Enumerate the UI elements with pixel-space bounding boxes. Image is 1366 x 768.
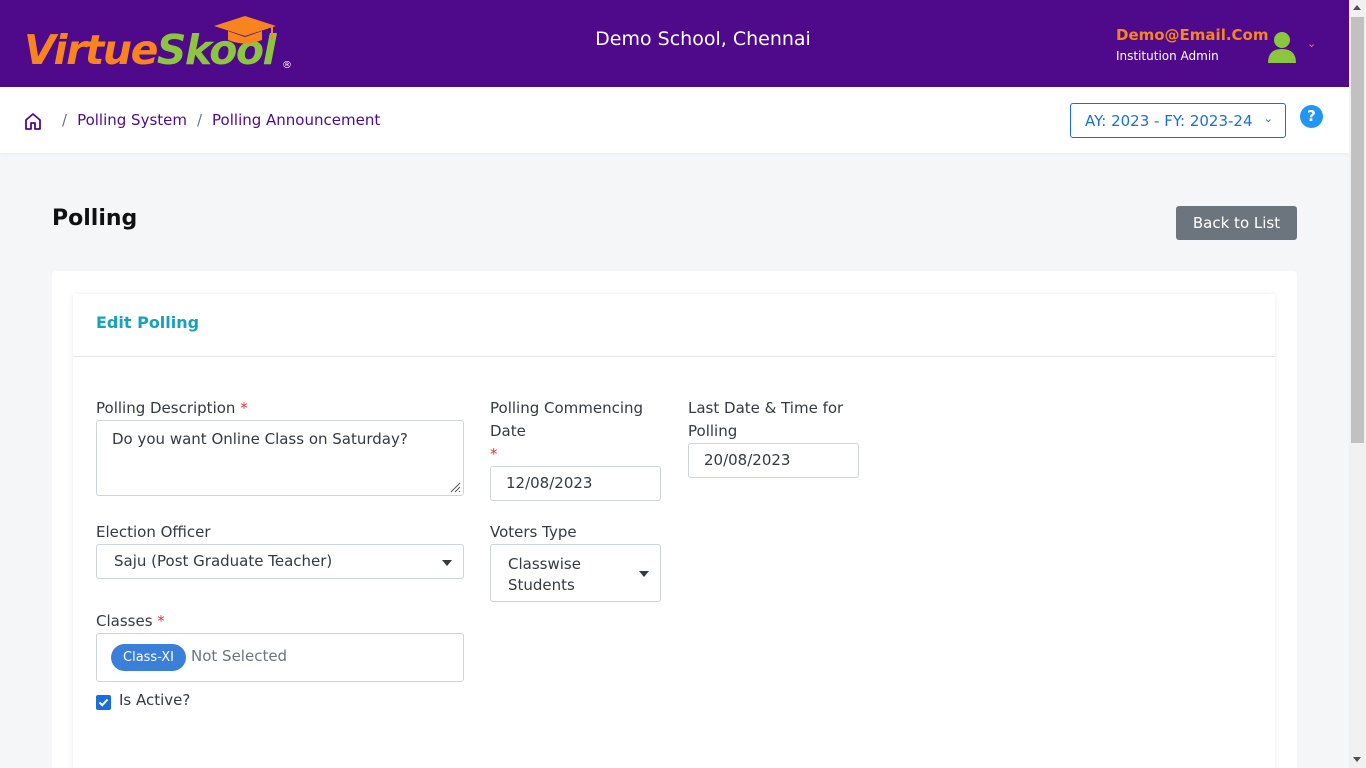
checkmark-icon <box>98 698 109 707</box>
breadcrumb-polling-announcement[interactable]: Polling Announcement <box>212 111 380 129</box>
commencing-date-label-line2: Date <box>490 422 526 440</box>
voters-type-value-line2: Students <box>508 576 575 594</box>
is-active-label[interactable]: Is Active? <box>119 691 190 709</box>
commencing-date-input[interactable]: 12/08/2023 <box>490 466 661 501</box>
polling-description-label: Polling Description * <box>96 397 248 420</box>
classes-placeholder: Not Selected <box>191 647 288 665</box>
election-officer-select[interactable]: Saju (Post Graduate Teacher) <box>96 544 464 579</box>
voters-type-select[interactable]: Classwise Students <box>490 544 661 602</box>
edit-polling-card: Edit Polling <box>73 294 1275 768</box>
scroll-up-arrow-icon[interactable] <box>1353 5 1361 10</box>
class-chip[interactable]: Class-XI <box>111 644 186 671</box>
election-officer-value: Saju (Post Graduate Teacher) <box>114 552 333 570</box>
voters-type-label: Voters Type <box>490 523 577 541</box>
classes-label-text: Classes <box>96 612 153 630</box>
card-header: Edit Polling <box>73 294 1275 357</box>
classes-label: Classes * <box>96 610 165 633</box>
voters-type-value-line1: Classwise <box>508 555 581 573</box>
vertical-scrollbar[interactable] <box>1349 0 1366 768</box>
scrollbar-thumb[interactable] <box>1351 17 1364 443</box>
help-icon[interactable]: ? <box>1300 105 1323 128</box>
last-date-label-line2: Polling <box>688 422 738 440</box>
card-title: Edit Polling <box>96 313 200 332</box>
election-officer-label: Election Officer <box>96 523 211 541</box>
user-role: Institution Admin <box>1116 49 1219 63</box>
polling-description-textarea[interactable]: Do you want Online Class on Saturday? <box>96 420 464 496</box>
user-email[interactable]: Demo@Email.Com <box>1116 26 1268 44</box>
chevron-down-icon[interactable]: ⌄ <box>1307 37 1316 50</box>
classes-multiselect[interactable]: Class-XI Not Selected <box>96 633 464 682</box>
academic-year-select[interactable]: AY: 2023 - FY: 2023-24 ⌄ <box>1070 103 1286 138</box>
caret-down-icon <box>639 571 649 577</box>
back-to-list-button[interactable]: Back to List <box>1176 206 1297 240</box>
last-date-label-line1: Last Date & Time for <box>688 399 844 417</box>
caret-down-icon <box>442 560 452 566</box>
is-active-checkbox[interactable] <box>96 695 111 710</box>
breadcrumb-separator: / <box>62 111 68 129</box>
commencing-date-label: Polling Commencing Date * <box>490 397 643 466</box>
polling-description-value: Do you want Online Class on Saturday? <box>112 430 408 448</box>
resize-grip-icon[interactable] <box>449 481 461 493</box>
top-header: VirtueSkool ® Demo School, Chennai Demo@… <box>0 0 1349 87</box>
breadcrumb-bar: / Polling System / Polling Announcement … <box>0 87 1349 153</box>
scroll-down-arrow-icon[interactable] <box>1353 757 1361 762</box>
last-date-input[interactable]: 20/08/2023 <box>688 443 859 478</box>
breadcrumb: / Polling System / Polling Announcement <box>52 111 380 129</box>
breadcrumb-polling-system[interactable]: Polling System <box>77 111 187 129</box>
user-avatar-icon[interactable] <box>1267 30 1297 64</box>
chevron-down-icon: ⌄ <box>1263 112 1273 125</box>
required-marker: * <box>240 399 248 417</box>
required-marker: * <box>490 445 498 463</box>
required-marker: * <box>157 612 165 630</box>
registered-mark: ® <box>282 60 292 71</box>
page-title: Polling <box>52 206 138 231</box>
commencing-date-label-line1: Polling Commencing <box>490 399 644 417</box>
breadcrumb-separator: / <box>196 111 203 129</box>
last-date-label: Last Date & Time for Polling <box>688 397 843 443</box>
academic-year-value: AY: 2023 - FY: 2023-24 <box>1085 112 1253 130</box>
polling-description-label-text: Polling Description <box>96 399 236 417</box>
home-icon[interactable] <box>24 112 42 130</box>
